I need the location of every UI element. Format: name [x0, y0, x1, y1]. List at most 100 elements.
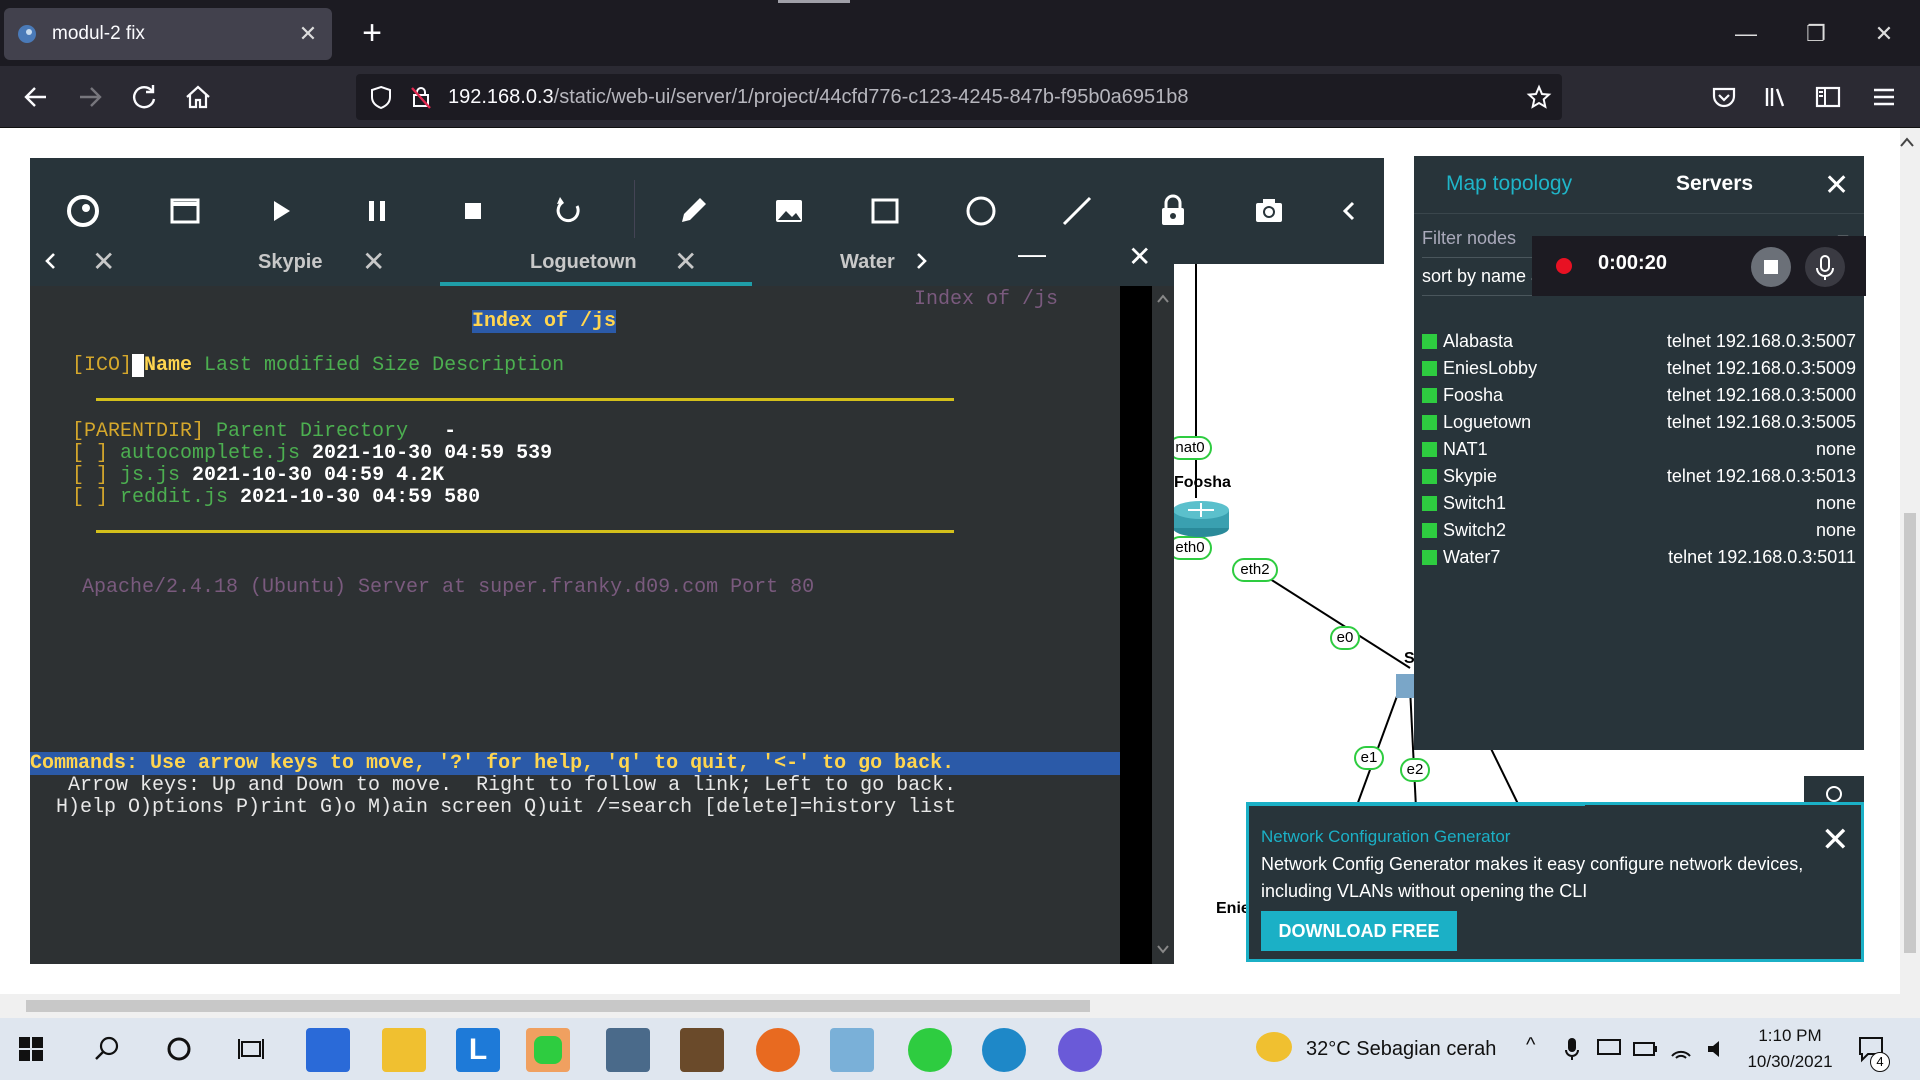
node-console[interactable]: none: [1816, 493, 1856, 514]
parent-dir-link[interactable]: Parent Directory: [204, 420, 408, 443]
horizontal-scrollbar[interactable]: [0, 994, 1900, 1018]
clock-time[interactable]: 1:10 PM: [1740, 1026, 1840, 1046]
vertical-scroll-thumb[interactable]: [1904, 513, 1916, 953]
menu-icon[interactable]: [1866, 79, 1902, 115]
close-notification-icon[interactable]: ✕: [1821, 823, 1850, 857]
home-icon[interactable]: [180, 79, 216, 115]
file-link[interactable]: js.js: [120, 464, 180, 487]
node-row[interactable]: NAT1 none: [1422, 436, 1856, 463]
virtualbox-icon[interactable]: [606, 1028, 650, 1072]
screenshot-camera-icon[interactable]: [1246, 188, 1292, 234]
node-console[interactable]: telnet 192.168.0.3:5007: [1667, 331, 1856, 352]
file-explorer-icon[interactable]: [382, 1028, 426, 1072]
node-name[interactable]: NAT1: [1443, 439, 1816, 460]
file-link[interactable]: reddit.js: [120, 486, 228, 509]
insert-image-icon[interactable]: [766, 188, 812, 234]
router-icon[interactable]: [1172, 498, 1230, 538]
horizontal-scroll-thumb[interactable]: [26, 1000, 1090, 1012]
whatsapp-icon[interactable]: [908, 1028, 952, 1072]
wifi-icon[interactable]: [1668, 1036, 1694, 1062]
node-row[interactable]: Water7 telnet 192.168.0.3:5011: [1422, 544, 1856, 571]
collapse-toolbar-icon[interactable]: [1326, 188, 1372, 234]
lock-icon[interactable]: [1150, 188, 1196, 234]
file-row[interactable]: [ ] autocomplete.js 2021-10-30 04:59 539: [72, 442, 552, 465]
draw-ellipse-icon[interactable]: [958, 188, 1004, 234]
close-window-button[interactable]: ✕: [1864, 14, 1904, 54]
file-row[interactable]: [ ] reddit.js 2021-10-30 04:59 580: [72, 486, 480, 509]
close-console-icon[interactable]: ✕: [1128, 240, 1151, 273]
discord-icon[interactable]: [1058, 1028, 1102, 1072]
node-name[interactable]: Loguetown: [1443, 412, 1667, 433]
new-tab-button[interactable]: +: [352, 14, 392, 54]
node-name[interactable]: Foosha: [1443, 385, 1667, 406]
close-tab-icon[interactable]: ✕: [92, 242, 115, 282]
microphone-tray-icon[interactable]: [1564, 1036, 1580, 1062]
bookmark-star-icon[interactable]: [1526, 84, 1552, 110]
node-name[interactable]: Alabasta: [1443, 331, 1667, 352]
address-bar[interactable]: 192.168.0.3/static/web-ui/server/1/proje…: [356, 74, 1562, 120]
tab-servers[interactable]: Servers: [1676, 172, 1753, 196]
sidebar-icon[interactable]: [1810, 79, 1846, 115]
node-row[interactable]: Loguetown telnet 192.168.0.3:5005: [1422, 409, 1856, 436]
terminal-app-icon[interactable]: [680, 1028, 724, 1072]
notes-app-icon[interactable]: [830, 1028, 874, 1072]
column-name[interactable]: Name: [144, 354, 192, 377]
restore-button[interactable]: ❐: [1796, 14, 1836, 54]
cortana-icon[interactable]: [164, 1034, 194, 1064]
console-tab-water[interactable]: Water: [840, 242, 895, 282]
start-all-icon[interactable]: [258, 188, 304, 234]
node-name[interactable]: Water7: [1443, 547, 1668, 568]
node-console[interactable]: telnet 192.168.0.3:5000: [1667, 385, 1856, 406]
node-console[interactable]: telnet 192.168.0.3:5011: [1668, 547, 1856, 568]
pause-all-icon[interactable]: [354, 188, 400, 234]
draw-line-icon[interactable]: [1054, 188, 1100, 234]
edit-pencil-icon[interactable]: [670, 188, 716, 234]
page-scroll-up-icon[interactable]: [1898, 134, 1916, 150]
pocket-icon[interactable]: [1706, 79, 1742, 115]
tab-map-topology[interactable]: Map topology: [1446, 172, 1572, 196]
back-icon[interactable]: [18, 79, 54, 115]
parent-dir-row[interactable]: [PARENTDIR] Parent Directory -: [72, 420, 456, 443]
tab-scroll-left-icon[interactable]: [40, 250, 62, 272]
close-tab-icon[interactable]: ✕: [362, 242, 385, 282]
forward-icon[interactable]: [72, 79, 108, 115]
node-row[interactable]: Switch2 none: [1422, 517, 1856, 544]
node-console[interactable]: telnet 192.168.0.3:5009: [1667, 358, 1856, 379]
node-row[interactable]: Switch1 none: [1422, 490, 1856, 517]
search-icon[interactable]: [92, 1034, 122, 1064]
node-console[interactable]: telnet 192.168.0.3:5005: [1667, 412, 1856, 433]
download-free-button[interactable]: DOWNLOAD FREE: [1261, 911, 1457, 951]
shield-icon[interactable]: [368, 84, 394, 110]
windows-start-icon[interactable]: [18, 1036, 44, 1062]
node-name[interactable]: Switch2: [1443, 520, 1816, 541]
library-icon[interactable]: [1758, 79, 1794, 115]
close-tab-icon[interactable]: ✕: [296, 21, 320, 47]
minimize-console-icon[interactable]: —: [1018, 238, 1046, 270]
terminal-output[interactable]: Index of /js Index of /js [ICO]|Name Las…: [30, 286, 1120, 964]
insecure-lock-icon[interactable]: [408, 84, 434, 110]
node-name[interactable]: Switch1: [1443, 493, 1816, 514]
terminal-scrollbar[interactable]: [1152, 286, 1174, 964]
window-icon[interactable]: [162, 188, 208, 234]
tray-chevron-icon[interactable]: ^: [1526, 1034, 1535, 1057]
node-row[interactable]: EniesLobby telnet 192.168.0.3:5009: [1422, 355, 1856, 382]
close-panel-icon[interactable]: ✕: [1824, 168, 1849, 203]
stop-recording-icon[interactable]: [1750, 246, 1792, 288]
reload-icon[interactable]: [126, 79, 162, 115]
node-console[interactable]: telnet 192.168.0.3:5013: [1667, 466, 1856, 487]
stop-all-icon[interactable]: [450, 188, 496, 234]
file-row[interactable]: [ ] js.js 2021-10-30 04:59 4.2K: [72, 464, 444, 487]
node-name[interactable]: EniesLobby: [1443, 358, 1667, 379]
minimize-button[interactable]: —: [1726, 14, 1766, 54]
microphone-icon[interactable]: [1804, 246, 1846, 288]
vertical-scrollbar[interactable]: [1900, 128, 1920, 1018]
node-row[interactable]: Skypie telnet 192.168.0.3:5013: [1422, 463, 1856, 490]
clock-date[interactable]: 10/30/2021: [1740, 1052, 1840, 1072]
firefox-icon[interactable]: [756, 1028, 800, 1072]
weather-icon[interactable]: [1256, 1032, 1292, 1062]
task-view-icon[interactable]: [236, 1034, 266, 1064]
scroll-up-icon[interactable]: [1156, 292, 1170, 304]
tab-scroll-right-icon[interactable]: [910, 250, 932, 272]
line-app-icon[interactable]: [526, 1028, 570, 1072]
node-console[interactable]: none: [1816, 520, 1856, 541]
